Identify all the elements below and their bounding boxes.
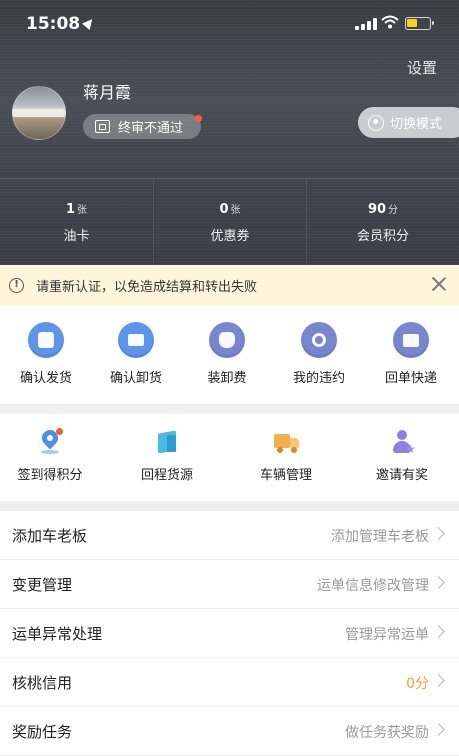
- action-handling-fee[interactable]: 装卸费: [181, 322, 273, 386]
- menu-item-value: 做任务获奖励: [345, 725, 429, 741]
- stat-label: 油卡: [63, 229, 90, 244]
- notice-text: 请重新认证，以免造成结算和转出失败: [36, 280, 258, 295]
- menu-item-value: 运单信息修改管理: [317, 578, 429, 594]
- verify-status-badge[interactable]: 终审不通过: [83, 114, 202, 139]
- action-confirm-unload[interactable]: 确认卸货: [90, 322, 182, 386]
- truck-icon: [272, 428, 300, 456]
- reverify-notice[interactable]: ! 请重新认证，以免造成结算和转出失败: [0, 265, 459, 306]
- location-arrow-icon: [81, 15, 97, 31]
- stat-label: 会员积分: [356, 229, 409, 244]
- avatar[interactable]: [12, 86, 66, 140]
- action-receipt-express[interactable]: 回单快递: [365, 322, 457, 386]
- unload-icon: [118, 322, 154, 358]
- magnifier-icon: [301, 322, 337, 358]
- service-label: 签到得积分: [17, 468, 83, 483]
- close-icon[interactable]: [431, 276, 447, 292]
- menu-item-label: 变更管理: [12, 576, 73, 594]
- menu-item-add-vehicle-owner[interactable]: 添加车老板 添加管理车老板: [0, 511, 459, 560]
- stat-unit: 张: [77, 205, 88, 216]
- verify-status-label: 终审不通过: [118, 121, 184, 136]
- menu-item-label: 奖励任务: [12, 723, 73, 741]
- id-card-icon: [95, 120, 110, 133]
- switch-mode-label: 切换模式: [390, 117, 443, 132]
- action-label: 回单快递: [384, 371, 437, 386]
- menu-item-label: 添加车老板: [12, 527, 88, 545]
- wifi-icon: [381, 15, 399, 29]
- stat-value: 90: [367, 202, 387, 217]
- money-bag-icon: [209, 322, 245, 358]
- service-return-cargo[interactable]: 回程货源: [110, 428, 224, 483]
- stat-value: 1: [65, 202, 76, 217]
- service-label: 邀请有奖: [375, 468, 428, 483]
- cube-icon: [153, 428, 181, 456]
- action-confirm-shipment[interactable]: 确认发货: [0, 322, 92, 386]
- stat-value: 0: [219, 202, 229, 217]
- service-label: 车辆管理: [259, 468, 312, 483]
- stat-label: 优惠券: [210, 229, 250, 244]
- menu-item-credit[interactable]: 核桃信用 0分: [0, 658, 459, 707]
- battery-icon: [405, 17, 434, 30]
- menu-list: 添加车老板 添加管理车老板 变更管理 运单信息修改管理 运单异常处理 管理异常运…: [0, 511, 459, 756]
- notification-dot: [56, 428, 63, 435]
- menu-item-label: 运单异常处理: [12, 625, 103, 643]
- menu-item-label: 核桃信用: [12, 674, 73, 692]
- menu-item-reward-tasks[interactable]: 奖励任务 做任务获奖励: [0, 707, 459, 756]
- location-pin-icon: [36, 426, 64, 456]
- warning-icon: !: [9, 278, 24, 293]
- action-label: 我的违约: [292, 371, 345, 386]
- quick-actions-grid: 确认发货 确认卸货 装卸费 我的违约 回单快递: [0, 306, 459, 404]
- switch-mode-icon: [368, 114, 384, 131]
- menu-item-waybill-exception[interactable]: 运单异常处理 管理异常运单: [0, 609, 459, 658]
- user-name: 蒋月霞: [83, 83, 132, 102]
- menu-item-value: 管理异常运单: [345, 627, 429, 643]
- profile-header: 15:08 设置 蒋月霞 终审不通过 切换模式 1张 油卡 0张 优惠券 90 …: [0, 0, 459, 265]
- settings-link[interactable]: 设置: [407, 57, 437, 78]
- services-grid: 签到得积分 回程货源 车辆管理 ★ 邀请有奖: [0, 414, 459, 501]
- menu-item-change-management[interactable]: 变更管理 运单信息修改管理: [0, 560, 459, 609]
- service-vehicle-management[interactable]: 车辆管理: [229, 428, 343, 483]
- stat-unit: 张: [230, 205, 241, 216]
- person-star-icon: ★: [388, 428, 416, 456]
- cellular-signal-icon: [355, 18, 377, 30]
- stat-coupons[interactable]: 0张 优惠券: [153, 179, 306, 265]
- chevron-right-icon: [432, 674, 445, 687]
- service-checkin-points[interactable]: 签到得积分: [0, 426, 107, 483]
- stat-unit: 分: [388, 205, 399, 216]
- action-label: 确认卸货: [109, 371, 162, 386]
- notification-dot: [195, 115, 202, 122]
- menu-item-value: 添加管理车老板: [331, 529, 429, 545]
- switch-mode-button[interactable]: 切换模式: [358, 107, 459, 138]
- status-bar: 15:08: [0, 0, 459, 48]
- chevron-right-icon: [432, 625, 445, 638]
- chevron-right-icon: [432, 576, 445, 589]
- stats-bar: 1张 油卡 0张 优惠券 90 分 会员积分: [0, 178, 459, 265]
- chevron-right-icon: [432, 527, 445, 540]
- action-label: 装卸费: [207, 371, 247, 386]
- service-invite-rewards[interactable]: ★ 邀请有奖: [345, 428, 459, 483]
- stat-fuel-card[interactable]: 1张 油卡: [0, 179, 153, 265]
- status-time: 15:08: [26, 14, 81, 34]
- action-my-breach[interactable]: 我的违约: [273, 322, 365, 386]
- menu-item-value: 0分: [406, 676, 429, 692]
- document-icon: [28, 322, 64, 358]
- action-label: 确认发货: [19, 371, 72, 386]
- service-label: 回程货源: [140, 468, 193, 483]
- stat-member-points[interactable]: 90 分 会员积分: [306, 179, 459, 265]
- chevron-right-icon: [432, 723, 445, 736]
- receipt-box-icon: [393, 322, 429, 358]
